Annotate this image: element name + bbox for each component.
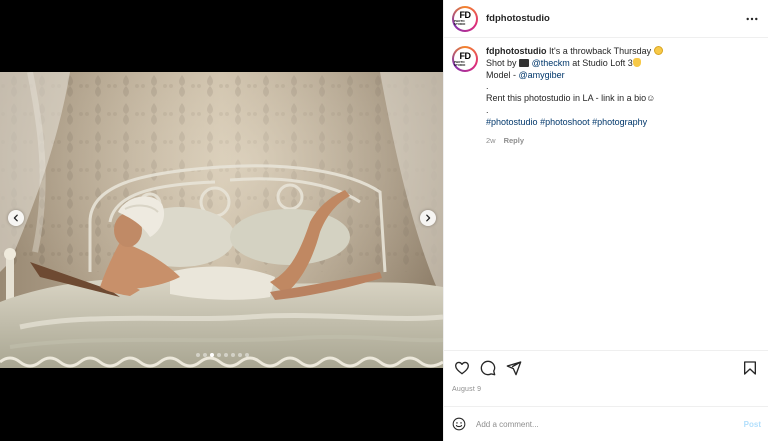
carousel-dot — [224, 353, 228, 357]
caption-dot: . — [486, 81, 489, 92]
post-header: FD PHOTO STUDIO fdphotostudio — [444, 0, 768, 38]
caption-line-2: Shot by @theckm at Studio Loft 3 — [486, 57, 663, 70]
chevron-left-icon — [13, 214, 18, 222]
save-button[interactable] — [742, 360, 758, 376]
carousel-dot — [210, 353, 214, 357]
reply-button[interactable]: Reply — [504, 135, 524, 147]
caption-line-3: Model - @amygiber — [486, 70, 663, 82]
caption-text: Model - — [486, 69, 517, 80]
mention-link[interactable]: @amygiber — [519, 70, 565, 80]
smiley-icon[interactable] — [452, 417, 466, 431]
carousel-dot — [238, 353, 242, 357]
carousel-dot — [217, 353, 221, 357]
post-media-panel — [0, 0, 443, 441]
caption-line-1: fdphotostudio It's a throwback Thursday — [486, 46, 663, 58]
carousel-dot — [203, 353, 207, 357]
post-photo[interactable] — [0, 72, 443, 368]
avatar-logo: FD PHOTO STUDIO — [454, 48, 476, 70]
avatar-logo: FD PHOTO STUDIO — [454, 7, 476, 30]
post-caption: FD PHOTO STUDIO fdphotostudio It's a thr… — [452, 46, 757, 146]
hand-emoji-icon — [632, 57, 641, 67]
carousel-prev-button[interactable] — [8, 210, 24, 226]
carousel-dot — [196, 353, 200, 357]
more-options-button[interactable] — [745, 12, 759, 26]
time-ago[interactable]: 2w — [486, 135, 496, 147]
comment-button[interactable] — [480, 360, 496, 376]
caption-body: fdphotostudio It's a throwback Thursday … — [486, 46, 663, 146]
carousel-indicator — [196, 353, 249, 357]
hashtag-link[interactable]: #photography — [592, 117, 647, 127]
smile-emoji-icon — [653, 46, 663, 55]
photo-bedroom-scene — [0, 72, 443, 368]
action-bar — [444, 350, 768, 385]
caption-meta: 2w Reply — [486, 135, 663, 147]
comment-bubble-icon — [480, 360, 496, 376]
hashtag-link[interactable]: #photostudio — [486, 117, 538, 127]
caption-avatar[interactable]: FD PHOTO STUDIO — [452, 46, 478, 72]
carousel-dot — [245, 353, 249, 357]
bookmark-icon — [744, 361, 756, 375]
paper-plane-icon — [506, 361, 522, 376]
more-horizontal-icon — [746, 17, 758, 21]
mention-link[interactable]: @theckm — [532, 58, 570, 68]
caption-dot: . — [486, 104, 489, 115]
caption-text: at Studio Loft 3 — [572, 57, 633, 68]
avatar-subtext: PHOTO STUDIO — [454, 19, 466, 26]
caption-username[interactable]: fdphotostudio — [486, 46, 546, 56]
carousel-next-button[interactable] — [420, 210, 436, 226]
chevron-right-icon — [426, 214, 431, 222]
caption-text: Rent this photostudio in LA - link in a … — [486, 93, 647, 104]
comment-form: Post — [444, 406, 768, 441]
carousel-dot — [231, 353, 235, 357]
clapperboard-emoji-icon — [519, 58, 530, 67]
hashtag-link[interactable]: #photoshoot — [540, 117, 590, 127]
comment-input[interactable] — [476, 419, 744, 429]
instagram-post-view: FD PHOTO STUDIO fdphotostudio FD PHOTO S… — [0, 0, 768, 441]
avatar[interactable]: FD PHOTO STUDIO — [452, 5, 478, 32]
post-comment-button[interactable]: Post — [744, 420, 761, 429]
avatar-subtext: PHOTO STUDIO — [454, 59, 466, 67]
caption-text: It's a throwback Thursday — [549, 46, 652, 56]
share-button[interactable] — [506, 360, 522, 376]
heart-icon — [455, 361, 469, 375]
caption-line-4: Rent this photostudio in LA - link in a … — [486, 93, 663, 105]
caption-text: Shot by — [486, 57, 517, 68]
caption-hashtags: #photostudio #photoshoot #photography — [486, 117, 663, 129]
smile-small-icon: ☺ — [646, 93, 656, 104]
like-button[interactable] — [454, 360, 470, 376]
post-side-panel: FD PHOTO STUDIO fdphotostudio FD PHOTO S… — [443, 0, 768, 441]
header-username[interactable]: fdphotostudio — [486, 13, 550, 24]
post-date[interactable]: August 9 — [452, 386, 481, 393]
